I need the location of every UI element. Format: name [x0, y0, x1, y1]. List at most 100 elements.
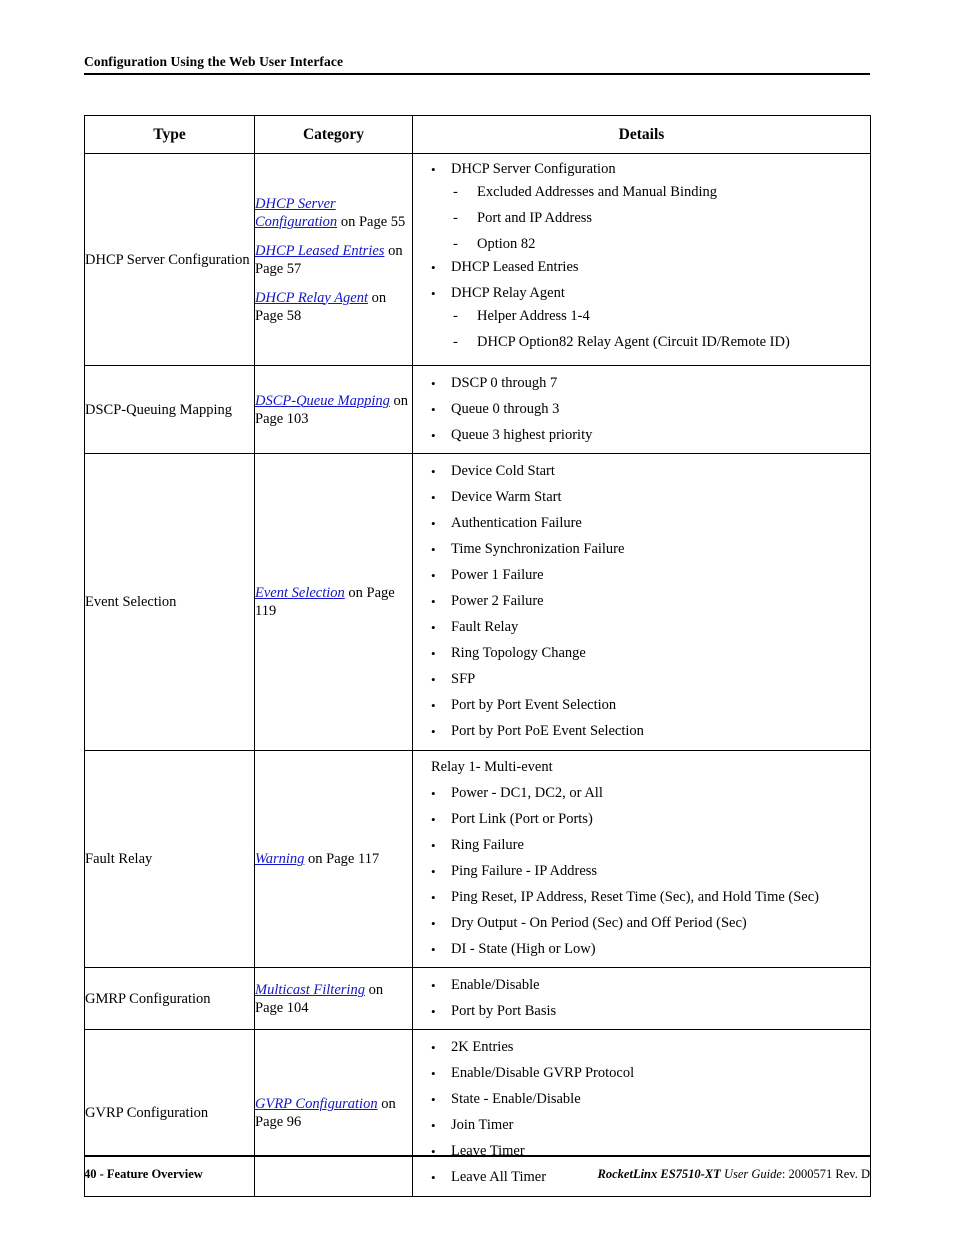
- list-item-label: Ring Failure: [451, 837, 524, 853]
- cell-details: • Device Cold Start • Device Warm Start • Aut…: [412, 453, 871, 751]
- cell-type: GMRP Configuration: [84, 967, 255, 1030]
- cross-reference-link[interactable]: Event Selection: [255, 585, 345, 601]
- column-header-type: Type: [84, 115, 255, 154]
- footer-guide-label: User Guide: [720, 1167, 782, 1181]
- category-reference: DHCP Leased Entries on Page 57: [255, 242, 412, 278]
- header-rule: [84, 73, 870, 75]
- list-item-label: Time Synchronization Failure: [451, 541, 625, 557]
- list-item: • Enable/Disable GVRP Protocol: [413, 1065, 870, 1082]
- bullet-icon: •: [431, 1092, 436, 1107]
- type-label: GMRP Configuration: [85, 990, 211, 1007]
- bullet-icon: •: [431, 428, 436, 443]
- list-item: • Time Synchronization Failure: [413, 541, 870, 558]
- category-reference: DHCP Server Configuration on Page 55: [255, 195, 412, 231]
- bullet-icon: •: [431, 260, 436, 275]
- cell-type: Fault Relay: [84, 750, 255, 968]
- type-label: Fault Relay: [85, 851, 153, 867]
- feature-overview-table: Type Category Details DHCP Server Config…: [84, 115, 871, 1197]
- cross-reference-link[interactable]: DHCP Leased Entries: [255, 243, 384, 259]
- table-row: DHCP Server Configuration DHCP Server Con…: [84, 153, 871, 366]
- list-item: • Device Cold Start: [413, 463, 870, 480]
- list-item-label: Fault Relay: [451, 619, 519, 635]
- table-row: Fault Relay Warning on Page 117 Relay 1- M…: [84, 750, 871, 968]
- list-item-label: DHCP Leased Entries: [451, 259, 579, 275]
- list-item-label: DHCP Server Configuration: [451, 161, 616, 177]
- list-item-label: Dry Output - On Period (Sec) and Off Per…: [451, 915, 747, 931]
- sublist-item-label: Port and IP Address: [477, 210, 593, 226]
- details-list: • DSCP 0 through 7 • Queue 0 through 3 • Queu…: [413, 375, 870, 444]
- bullet-icon: •: [431, 286, 436, 301]
- cell-details: • Enable/Disable • Port by Port Basis: [412, 967, 871, 1030]
- bullet-icon: •: [431, 646, 436, 661]
- footer-rule: [84, 1155, 870, 1157]
- list-item: • 2K Entries: [413, 1039, 870, 1056]
- list-item: • Device Warm Start: [413, 489, 870, 506]
- cell-details: • DSCP 0 through 7 • Queue 0 through 3 • Queu…: [412, 365, 871, 454]
- bullet-icon: •: [431, 698, 436, 713]
- cross-reference-link[interactable]: Multicast Filtering: [255, 982, 365, 998]
- list-item-label: 2K Entries: [451, 1039, 514, 1055]
- list-item-label: Power 2 Failure: [451, 593, 544, 609]
- bullet-icon: •: [431, 568, 436, 583]
- category-reference: Multicast Filtering on Page 104: [255, 981, 412, 1017]
- page-running-header: Configuration Using the Web User Interfa…: [84, 54, 870, 75]
- cross-reference-page: on Page 117: [304, 851, 380, 867]
- type-label: GVRP Configuration: [85, 1105, 209, 1121]
- bullet-icon: •: [431, 1066, 436, 1081]
- list-item: • SFP: [413, 671, 870, 688]
- dash-icon: -: [453, 308, 458, 324]
- cross-reference-link[interactable]: DHCP Relay Agent: [255, 290, 368, 306]
- bullet-icon: •: [431, 464, 436, 479]
- list-item: • Port Link (Port or Ports): [413, 811, 870, 828]
- list-item-label: Queue 0 through 3: [451, 401, 560, 417]
- list-item: • Port by Port Basis: [413, 1003, 870, 1020]
- dash-icon: -: [453, 184, 458, 200]
- list-item-label: Queue 3 highest priority: [451, 427, 593, 443]
- sublist-item: - DHCP Option82 Relay Agent (Circuit ID/R…: [451, 334, 870, 351]
- cross-reference-link[interactable]: GVRP Configuration: [255, 1096, 378, 1112]
- footer-product-name: RocketLinx ES7510-XT: [597, 1167, 721, 1181]
- list-item: • State - Enable/Disable: [413, 1091, 870, 1108]
- bullet-icon: •: [431, 1118, 436, 1133]
- list-item: • DHCP Leased Entries: [413, 259, 870, 276]
- list-item-label: Ping Reset, IP Address, Reset Time (Sec)…: [451, 889, 820, 905]
- sublist-item-label: Option 82: [477, 236, 536, 252]
- list-item-label: State - Enable/Disable: [451, 1091, 581, 1107]
- list-item: • DI - State (High or Low): [413, 941, 870, 958]
- column-header-details: Details: [412, 115, 871, 154]
- cross-reference-link[interactable]: DHCP Server Configuration: [255, 196, 337, 230]
- list-item-label: Ring Topology Change: [451, 645, 586, 661]
- list-item-label: Join Timer: [451, 1117, 514, 1133]
- column-header-category: Category: [254, 115, 413, 154]
- bullet-icon: •: [431, 786, 436, 801]
- list-item: • Queue 3 highest priority: [413, 427, 870, 444]
- cross-reference-link[interactable]: DSCP-Queue Mapping: [255, 393, 390, 409]
- bullet-icon: •: [431, 942, 436, 957]
- table-row: DSCP-Queuing Mapping DSCP-Queue Mapping o…: [84, 365, 871, 454]
- category-reference: DHCP Relay Agent on Page 58: [255, 289, 412, 325]
- cell-category: Warning on Page 117: [254, 750, 413, 968]
- list-item: • DSCP 0 through 7: [413, 375, 870, 392]
- list-item: • Enable/Disable: [413, 977, 870, 994]
- list-item: • Queue 0 through 3: [413, 401, 870, 418]
- bullet-icon: •: [431, 838, 436, 853]
- type-label: DSCP-Queuing Mapping: [85, 401, 233, 418]
- list-item-label: Port by Port Basis: [451, 1003, 557, 1019]
- cross-reference-page: on Page 55: [337, 213, 406, 230]
- type-label: DHCP Server Configuration: [85, 251, 250, 268]
- bullet-icon: •: [431, 672, 436, 687]
- bullet-icon: •: [431, 812, 436, 827]
- bullet-icon: •: [431, 162, 436, 177]
- list-item-label: DHCP Relay Agent: [451, 285, 565, 301]
- bullet-icon: •: [431, 916, 436, 931]
- cross-reference-link[interactable]: Warning: [255, 851, 304, 867]
- list-item-label: Authentication Failure: [451, 515, 582, 531]
- list-item: • Port by Port PoE Event Selection: [413, 723, 870, 740]
- running-header-title: Configuration Using the Web User Interfa…: [84, 54, 344, 69]
- list-item: • Join Timer: [413, 1117, 870, 1134]
- details-list: • Power - DC1, DC2, or All • Port Link (Por…: [413, 785, 870, 958]
- list-item: • Ping Failure - IP Address: [413, 863, 870, 880]
- list-item-label: Device Cold Start: [451, 463, 555, 479]
- bullet-icon: •: [431, 402, 436, 417]
- sublist-item: - Excluded Addresses and Manual Binding: [451, 184, 870, 201]
